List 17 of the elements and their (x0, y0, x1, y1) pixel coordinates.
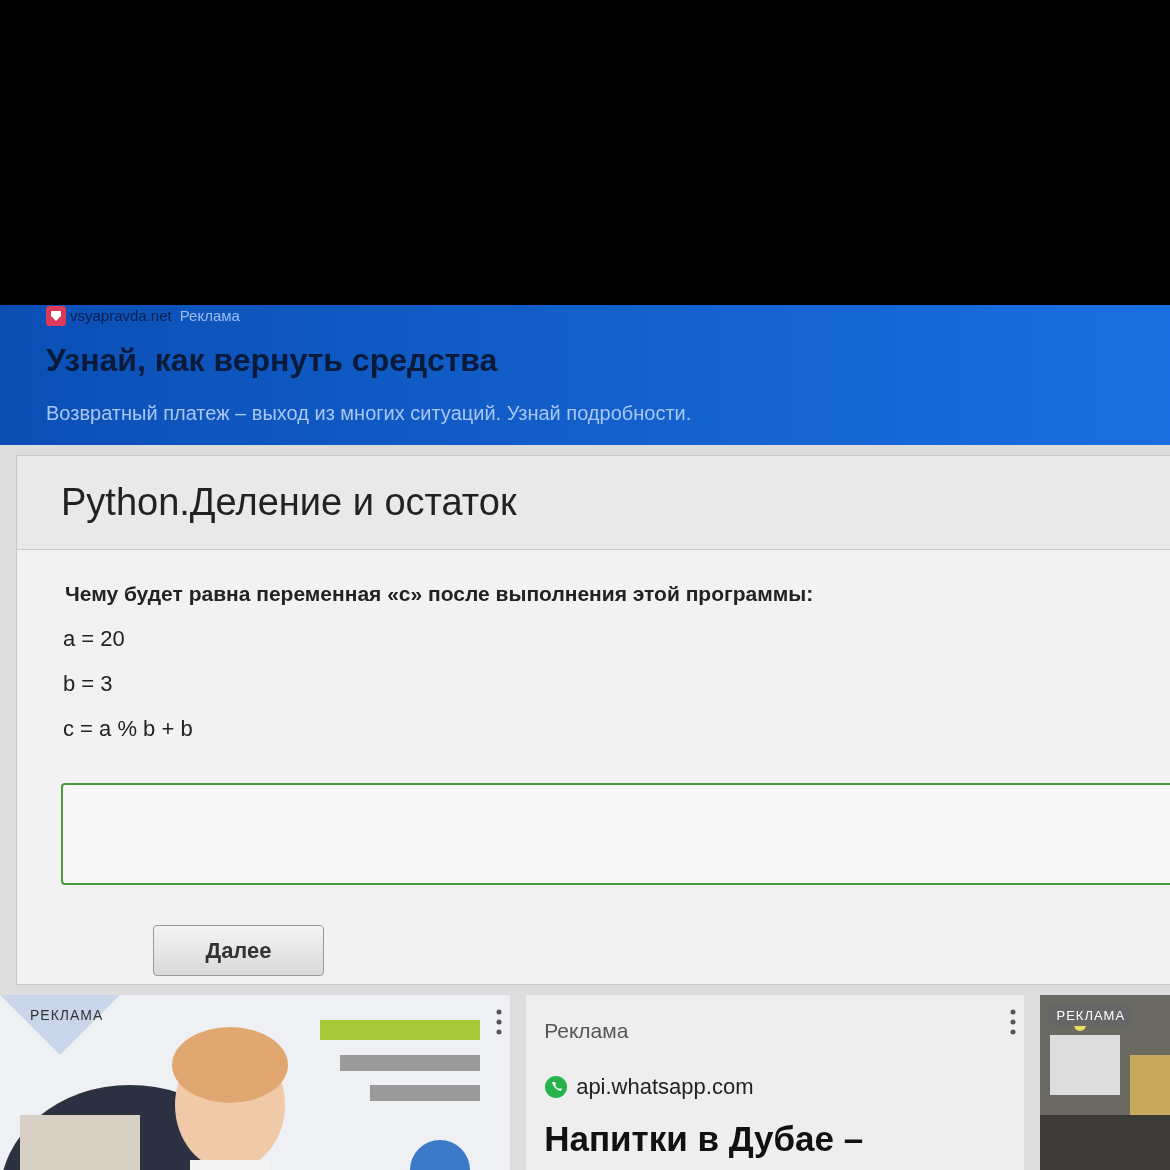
code-line: a = 20 (63, 624, 126, 653)
more-icon[interactable] (1010, 1008, 1017, 1035)
ad-label: РЕКЛАМА (30, 1005, 104, 1025)
logo-icon (46, 306, 66, 327)
code-line: c = a % b + b (63, 714, 194, 743)
more-icon[interactable] (496, 1008, 503, 1035)
question-text: Чему будет равна переменная «c» после выполнения этой программы: (65, 581, 815, 607)
next-button[interactable]: Далее (153, 924, 324, 976)
ad-label: Реклама (544, 1017, 630, 1044)
code-line: b = 3 (63, 669, 114, 698)
ad-text: Возвратный платеж – выход из многих ситуаций. Узнай подробности. (46, 400, 693, 426)
ad-label: Реклама (179, 306, 240, 326)
ad-domain[interactable]: api.whatsapp.com (576, 1070, 754, 1103)
ad-title[interactable]: Напитки в Дубае – (544, 1113, 1007, 1166)
chat-icon (544, 1074, 569, 1099)
answer-field[interactable] (61, 782, 1170, 885)
task-title: Python.Деление и остаток (17, 456, 1170, 550)
